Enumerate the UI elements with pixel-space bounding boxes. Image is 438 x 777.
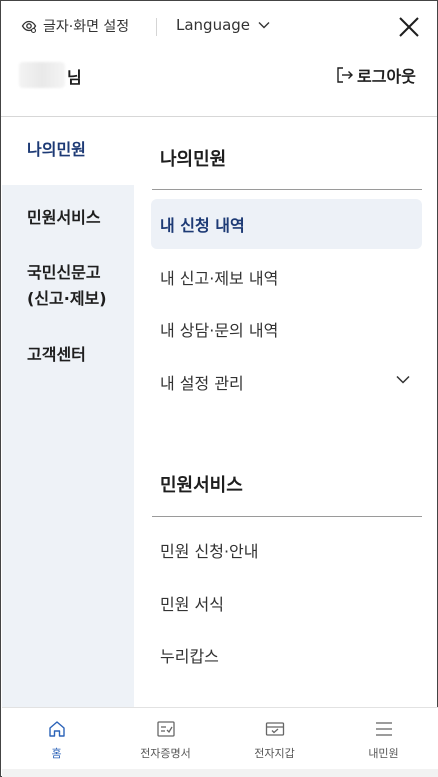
bottom-nav-my-petitions-label: 내민원: [368, 747, 399, 760]
username-redacted: [19, 62, 65, 88]
bottom-nav-wallet[interactable]: 전자지갑: [220, 708, 329, 770]
bottom-nav-certificates-label: 전자증명서: [140, 747, 191, 760]
menu-item-petition-application[interactable]: 민원 신청·안내: [151, 525, 422, 575]
section-divider: [152, 516, 422, 517]
display-settings-label: 글자·화면 설정: [43, 19, 130, 35]
chevron-down-icon: [258, 22, 270, 29]
bottom-nav-my-petitions[interactable]: 내민원: [329, 708, 438, 770]
close-icon[interactable]: [397, 15, 421, 39]
user-row: 님 로그아웃: [1, 53, 437, 117]
language-label: Language: [176, 16, 251, 34]
logout-icon: [337, 67, 353, 83]
bottom-nav-wallet-label: 전자지갑: [254, 747, 295, 760]
menu-item-my-settings-label: 내 설정 관리: [160, 374, 244, 393]
system-bar: [2, 769, 438, 777]
menu-icon: [375, 722, 392, 736]
bottom-nav-certificates[interactable]: 전자증명서: [111, 708, 220, 770]
logout-label: 로그아웃: [357, 67, 416, 86]
bottom-nav-home-label: 홈: [51, 747, 62, 760]
home-icon: [48, 721, 65, 737]
certificate-icon: [156, 721, 175, 737]
top-bar: 글자·화면 설정 Language: [1, 1, 437, 53]
menu-item-petition-forms[interactable]: 민원 서식: [151, 578, 422, 628]
wallet-icon: [265, 722, 284, 736]
section-title-petition-services: 민원서비스: [160, 475, 243, 496]
logout-button[interactable]: 로그아웃: [336, 63, 416, 87]
left-nav-item-my-petitions[interactable]: 나의민원: [27, 137, 86, 163]
language-selector[interactable]: Language: [176, 16, 270, 34]
menu-item-my-applications[interactable]: 내 신청 내역: [151, 199, 422, 249]
bottom-nav: 홈 전자증명서 전자지갑 내민원: [2, 707, 438, 769]
bottom-nav-home[interactable]: 홈: [2, 708, 111, 770]
menu-item-my-consultations[interactable]: 내 상담·문의 내역: [151, 304, 422, 354]
display-settings-button[interactable]: 글자·화면 설정: [21, 16, 129, 36]
left-nav-item-customer-center[interactable]: 고객센터: [27, 342, 86, 368]
section-divider: [152, 189, 422, 190]
menu-item-my-reports[interactable]: 내 신고·제보 내역: [151, 252, 422, 302]
left-nav-item-petition-services[interactable]: 민원서비스: [27, 205, 101, 231]
menu-item-nuricops[interactable]: 누리캅스: [151, 630, 422, 680]
left-nav-item-epeople[interactable]: 국민신문고 (신고·제보): [27, 260, 107, 312]
chevron-down-icon: [396, 375, 410, 384]
username-suffix: 님: [67, 68, 82, 87]
menu-panel: 글자·화면 설정 Language 님 로그아웃 나의민원 민원서비스 국민신문…: [0, 0, 438, 777]
section-title-my-petitions: 나의민원: [160, 149, 227, 170]
eye-settings-icon: [21, 20, 37, 34]
menu-item-my-settings[interactable]: 내 설정 관리: [151, 357, 422, 407]
divider: [156, 18, 157, 36]
